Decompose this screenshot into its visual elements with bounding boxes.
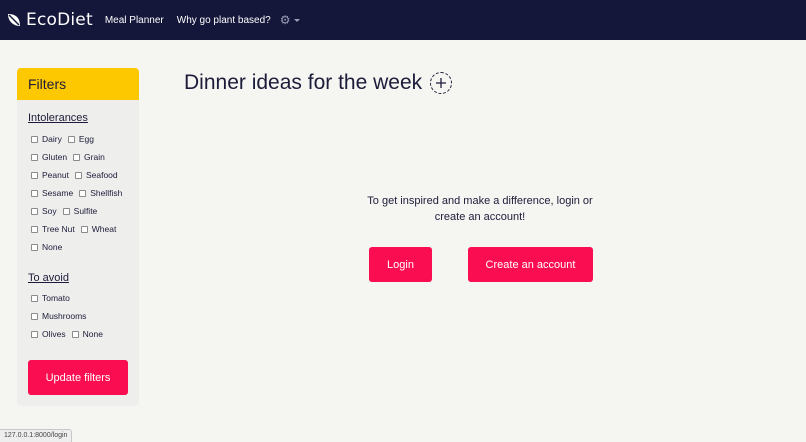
plus-icon [436, 78, 447, 88]
checkbox-avoid-none[interactable]: None [71, 329, 103, 339]
checkbox-label: None [42, 242, 63, 252]
checkbox-box[interactable] [31, 294, 38, 302]
checkbox-sesame[interactable]: Sesame [31, 188, 73, 198]
intolerance-row: None [31, 241, 68, 253]
brand-name: EcoDiet [26, 10, 93, 30]
gear-icon: ⚙ [279, 13, 291, 27]
intolerances-title: Intolerances [28, 112, 88, 124]
checkbox-label: Tomato [42, 293, 70, 303]
avoid-row: Olives None [31, 328, 109, 340]
checkbox-box[interactable] [31, 243, 38, 251]
checkbox-label: Egg [78, 134, 94, 144]
checkbox-box[interactable] [74, 171, 82, 179]
checkbox-shellfish[interactable]: Shellfish [79, 188, 122, 198]
checkbox-box[interactable] [31, 312, 38, 320]
intolerance-row: Gluten Grain [31, 151, 111, 163]
filters-panel: Filters Intolerances Dairy Egg Gluten Gr… [17, 68, 139, 406]
checkbox-box[interactable] [31, 135, 38, 143]
create-account-button[interactable]: Create an account [468, 247, 593, 282]
checkbox-intolerance-none[interactable]: None [31, 242, 62, 252]
checkbox-label: Sesame [42, 188, 74, 198]
checkbox-label: Mushrooms [42, 311, 87, 321]
checkbox-label: Gluten [42, 152, 68, 162]
checkbox-label: Dairy [42, 134, 62, 144]
leaf-logo-icon [8, 14, 20, 26]
checkbox-box[interactable] [73, 153, 81, 161]
checkbox-box[interactable] [71, 330, 79, 338]
checkbox-label: Seafood [85, 170, 118, 180]
checkbox-box[interactable] [79, 189, 87, 197]
login-button[interactable]: Login [369, 247, 432, 282]
checkbox-wheat[interactable]: Wheat [80, 224, 117, 234]
checkbox-label: None [82, 329, 103, 339]
nav-link-why-plant-based[interactable]: Why go plant based? [177, 15, 271, 26]
navbar: EcoDiet Meal Planner Why go plant based?… [0, 0, 806, 40]
avoid-row: Tomato [31, 292, 76, 304]
prompt-line-2: create an account! [434, 211, 526, 223]
checkbox-tree-nut[interactable]: Tree Nut [31, 224, 75, 234]
login-prompt: To get inspired and make a difference, l… [360, 193, 600, 225]
intolerance-row: Sesame Shellfish [31, 187, 128, 199]
checkbox-gluten[interactable]: Gluten [31, 152, 67, 162]
checkbox-egg[interactable]: Egg [67, 134, 94, 144]
brand[interactable]: EcoDiet [7, 10, 93, 30]
checkbox-box[interactable] [31, 189, 38, 197]
checkbox-box[interactable] [31, 330, 38, 338]
checkbox-label: Shellfish [90, 188, 123, 198]
status-bar-url: 127.0.0.1:8000/login [0, 429, 73, 442]
filters-header: Filters [17, 68, 139, 100]
page-header: Dinner ideas for the week [184, 71, 453, 95]
checkbox-tomato[interactable]: Tomato [31, 293, 70, 303]
intolerance-row: Tree Nut Wheat [31, 223, 122, 235]
checkbox-seafood[interactable]: Seafood [74, 170, 118, 180]
checkbox-label: Olives [42, 329, 66, 339]
checkbox-peanut[interactable]: Peanut [31, 170, 69, 180]
intolerance-row: Peanut Seafood [31, 169, 124, 181]
checkbox-mushrooms[interactable]: Mushrooms [31, 311, 86, 321]
intolerance-row: Dairy Egg [31, 133, 100, 145]
checkbox-label: Peanut [42, 170, 69, 180]
checkbox-dairy[interactable]: Dairy [31, 134, 62, 144]
settings-dropdown[interactable]: ⚙ [280, 14, 301, 26]
checkbox-label: Sulfite [73, 206, 98, 216]
checkbox-label: Grain [84, 152, 105, 162]
checkbox-box[interactable] [31, 207, 38, 215]
checkbox-label: Wheat [91, 224, 117, 234]
caret-down-icon [294, 18, 301, 22]
checkbox-olives[interactable]: Olives [31, 329, 66, 339]
update-filters-button[interactable]: Update filters [28, 360, 128, 395]
checkbox-box[interactable] [31, 171, 38, 179]
checkbox-grain[interactable]: Grain [73, 152, 105, 162]
page-title: Dinner ideas for the week [184, 71, 423, 94]
checkbox-soy[interactable]: Soy [31, 206, 57, 216]
intolerance-row: Soy Sulfite [31, 205, 103, 217]
checkbox-box[interactable] [62, 207, 70, 215]
to-avoid-title: To avoid [28, 272, 69, 284]
checkbox-label: Tree Nut [42, 224, 75, 234]
checkbox-box[interactable] [31, 225, 38, 233]
nav-link-meal-planner[interactable]: Meal Planner [105, 15, 164, 26]
checkbox-box[interactable] [67, 135, 75, 143]
avoid-row: Mushrooms [31, 310, 92, 322]
checkbox-box[interactable] [80, 225, 88, 233]
prompt-line-1: To get inspired and make a difference, l… [367, 195, 593, 207]
checkbox-sulfite[interactable]: Sulfite [62, 206, 98, 216]
checkbox-label: Soy [42, 206, 57, 216]
checkbox-box[interactable] [31, 153, 38, 161]
add-dinner-button[interactable] [430, 72, 453, 94]
